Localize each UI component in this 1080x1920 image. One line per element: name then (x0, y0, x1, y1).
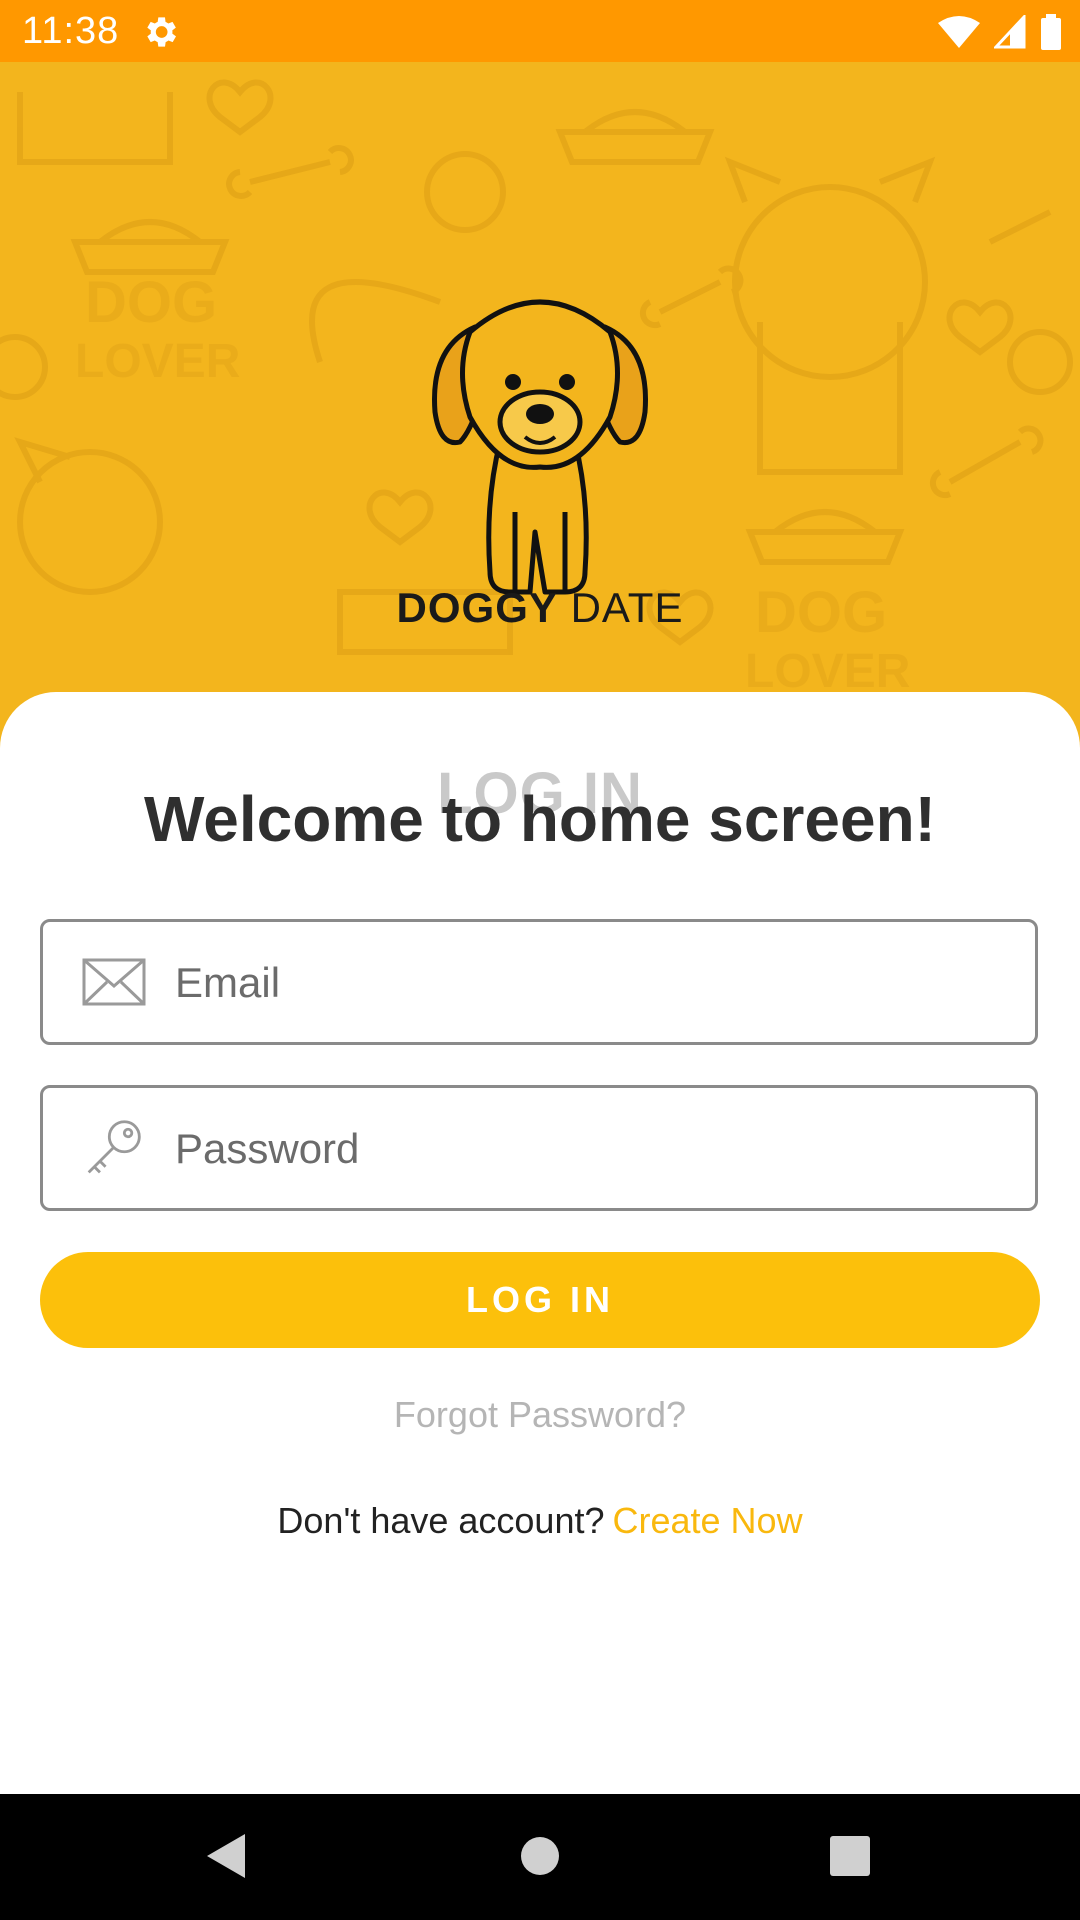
svg-text:LOVER: LOVER (75, 335, 240, 388)
brand-name: DOGGY DATE (0, 584, 1080, 632)
signup-prompt: Don't have account? Create Now (0, 1500, 1080, 1542)
settings-icon (147, 17, 176, 47)
wifi-icon (938, 16, 980, 48)
login-button[interactable]: LOG IN (40, 1252, 1040, 1348)
svg-text:DOG: DOG (85, 270, 217, 335)
login-card: LOG IN Welcome to home screen! LOG IN Fo… (0, 692, 1080, 1794)
welcome-heading: Welcome to home screen! (144, 783, 936, 855)
svg-text:LOVER: LOVER (745, 645, 910, 698)
key-icon (87, 1120, 141, 1174)
envelope-icon (82, 958, 146, 1006)
email-field[interactable] (40, 919, 1038, 1045)
signal-icon (994, 15, 1026, 49)
back-icon[interactable] (205, 1832, 249, 1880)
password-field[interactable] (40, 1085, 1038, 1211)
status-time: 11:38 (22, 10, 120, 52)
password-input[interactable] (173, 1108, 997, 1190)
puppy-logo-icon (432, 299, 648, 595)
forgot-password-link[interactable]: Forgot Password? (0, 1394, 1080, 1436)
status-bar: 11:38 (0, 0, 1080, 62)
hero-banner: DOG LOVER DOG LOVER DOGGY DATE (0, 62, 1080, 752)
navigation-bar (0, 1794, 1080, 1920)
recents-icon[interactable] (830, 1836, 870, 1876)
email-input[interactable] (173, 942, 997, 1024)
battery-icon (1041, 14, 1061, 50)
home-icon[interactable] (520, 1836, 560, 1876)
brand-name-regular: DATE (570, 584, 684, 631)
create-now-link[interactable]: Create Now (613, 1500, 803, 1541)
brand-name-bold: DOGGY (396, 584, 558, 631)
status-icons (938, 12, 1062, 52)
no-account-text: Don't have account? (277, 1500, 605, 1541)
